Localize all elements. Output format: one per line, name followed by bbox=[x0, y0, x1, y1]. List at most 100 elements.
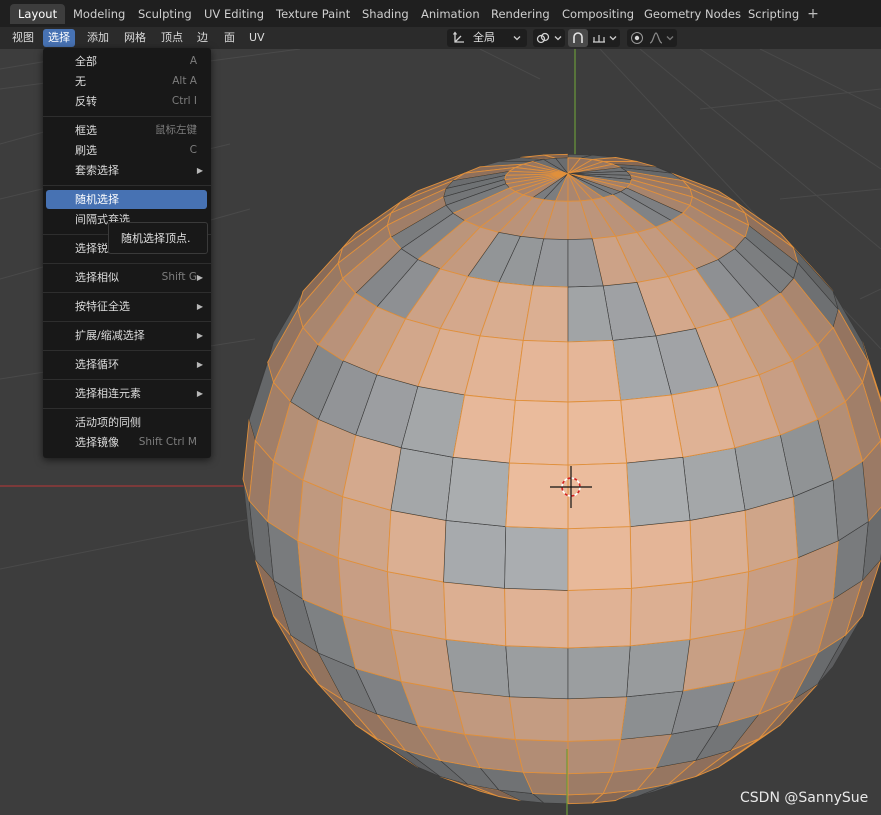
mesh-face-selected[interactable] bbox=[514, 339, 569, 403]
menu-item[interactable]: 选择相连元素 ▶ bbox=[46, 384, 207, 403]
menu-separator bbox=[43, 350, 211, 351]
pivot-point-dropdown[interactable] bbox=[533, 29, 565, 47]
chevron-down-icon bbox=[666, 36, 674, 41]
mesh-face[interactable] bbox=[443, 520, 507, 589]
mesh-face-selected[interactable] bbox=[504, 587, 569, 649]
mesh-face[interactable] bbox=[390, 447, 454, 521]
menu-item-shortcut: Shift Ctrl M bbox=[138, 436, 197, 448]
magnet-icon bbox=[573, 32, 583, 43]
tab-layout[interactable]: Layout bbox=[10, 4, 66, 24]
tab-animation[interactable]: Animation bbox=[413, 4, 488, 24]
menu-item-shortcut: A bbox=[189, 55, 197, 67]
menu-separator bbox=[43, 116, 211, 117]
mesh-face-selected[interactable] bbox=[629, 519, 693, 589]
mesh-face-selected[interactable] bbox=[567, 462, 631, 530]
workspace-tabs-bar: Layout Modeling Sculpting UV Editing Texture… bbox=[0, 0, 881, 27]
mesh-face-selected[interactable] bbox=[508, 696, 569, 742]
menu-item[interactable]: 随机选择 bbox=[46, 190, 207, 209]
menu-item[interactable]: 刷选 C bbox=[46, 141, 207, 160]
header-menu-mesh[interactable]: 网格 bbox=[119, 29, 151, 47]
mesh-face-selected[interactable] bbox=[629, 581, 693, 647]
mesh-face-selected[interactable] bbox=[689, 509, 750, 583]
grid-line bbox=[699, 88, 881, 110]
menu-item[interactable]: 选择循环 ▶ bbox=[46, 355, 207, 374]
submenu-arrow-icon: ▶ bbox=[196, 331, 203, 340]
menu-item[interactable]: 套索选择 ▶ bbox=[46, 161, 207, 180]
header-menu-vertex[interactable]: 顶点 bbox=[156, 29, 188, 47]
menu-item[interactable]: 无 Alt A bbox=[46, 72, 207, 91]
mesh-face[interactable] bbox=[567, 645, 631, 700]
mesh-face-selected[interactable] bbox=[386, 571, 447, 640]
header-menu-view[interactable]: 视图 bbox=[7, 29, 39, 47]
menu-item[interactable]: 全部 A bbox=[46, 52, 207, 71]
tooltip-text: 随机选择顶点. bbox=[121, 232, 191, 245]
mesh-face-selected[interactable] bbox=[443, 581, 507, 647]
menu-separator bbox=[43, 185, 211, 186]
header-menu-select[interactable]: 选择 bbox=[43, 29, 75, 47]
grid-line bbox=[859, 288, 881, 300]
tab-modeling[interactable]: Modeling bbox=[65, 4, 133, 24]
mesh-face-selected[interactable] bbox=[567, 526, 632, 591]
mesh-face-selected[interactable] bbox=[386, 509, 447, 583]
chevron-down-icon bbox=[609, 36, 617, 41]
menu-item-label: 选择相连元素 bbox=[75, 387, 141, 400]
tab-compositing[interactable]: Compositing bbox=[554, 4, 642, 24]
mesh-face[interactable] bbox=[445, 639, 510, 698]
menu-item-label: 反转 bbox=[75, 95, 97, 108]
proportional-editing-controls[interactable] bbox=[627, 29, 677, 47]
mesh-face-selected[interactable] bbox=[567, 587, 632, 649]
watermark: CSDN @SannySue bbox=[740, 790, 869, 806]
menu-separator bbox=[43, 292, 211, 293]
tab-texture-paint[interactable]: Texture Paint bbox=[268, 4, 358, 24]
menu-item[interactable]: 扩展/缩减选择 ▶ bbox=[46, 326, 207, 345]
menu-item-shortcut: 鼠标左键 bbox=[155, 124, 197, 136]
tooltip: 随机选择顶点. bbox=[108, 222, 208, 254]
grid-line bbox=[699, 49, 881, 170]
header-menu-edge[interactable]: 边 bbox=[192, 29, 213, 47]
menu-separator bbox=[43, 379, 211, 380]
header-menu-face[interactable]: 面 bbox=[219, 29, 240, 47]
tab-scripting[interactable]: Scripting bbox=[740, 4, 807, 24]
menu-item[interactable]: 活动项的同侧 bbox=[46, 413, 207, 432]
mesh-face[interactable] bbox=[682, 447, 746, 521]
mesh-face-selected[interactable] bbox=[508, 399, 569, 466]
mesh-face-selected[interactable] bbox=[567, 339, 622, 403]
link-icon bbox=[536, 32, 550, 44]
menu-item[interactable]: 选择相似 Shift G ▶ bbox=[46, 268, 207, 287]
mesh-face[interactable] bbox=[504, 526, 569, 591]
menu-item[interactable]: 选择镜像 Shift Ctrl M bbox=[46, 433, 207, 452]
mesh-face-selected[interactable] bbox=[452, 394, 516, 464]
tab-shading[interactable]: Shading bbox=[354, 4, 417, 24]
tab-uv-editing[interactable]: UV Editing bbox=[196, 4, 272, 24]
menu-item-label: 按特征全选 bbox=[75, 300, 130, 313]
menu-item[interactable]: 按特征全选 ▶ bbox=[46, 297, 207, 316]
snap-toggle[interactable] bbox=[568, 29, 588, 47]
menu-item[interactable]: 框选 鼠标左键 bbox=[46, 121, 207, 140]
mesh-face-selected[interactable] bbox=[505, 462, 569, 530]
mesh-face-selected[interactable] bbox=[514, 739, 569, 775]
mesh-face[interactable] bbox=[445, 456, 510, 527]
tab-sculpting[interactable]: Sculpting bbox=[130, 4, 200, 24]
menu-separator bbox=[43, 408, 211, 409]
mesh-face[interactable] bbox=[626, 456, 691, 527]
uv-sphere-mesh[interactable] bbox=[242, 153, 881, 805]
tab-geometry-nodes[interactable]: Geometry Nodes bbox=[636, 4, 749, 24]
snapping-controls[interactable] bbox=[568, 29, 620, 47]
mesh-face[interactable] bbox=[626, 639, 691, 698]
mesh-face-selected[interactable] bbox=[689, 571, 750, 640]
submenu-arrow-icon: ▶ bbox=[196, 166, 203, 175]
mesh-face[interactable] bbox=[505, 645, 569, 700]
mesh-face-selected[interactable] bbox=[567, 696, 628, 742]
header-menu-uv[interactable]: UV bbox=[244, 29, 270, 47]
menu-item[interactable]: 反转 Ctrl I bbox=[46, 92, 207, 111]
header-menu-add[interactable]: 添加 bbox=[82, 29, 114, 47]
menu-item-label: 套索选择 bbox=[75, 164, 119, 177]
transform-orientation-dropdown[interactable]: 全局 bbox=[447, 29, 527, 47]
menu-item-label: 刷选 bbox=[75, 144, 97, 157]
mesh-face-selected[interactable] bbox=[620, 394, 684, 464]
mesh-face-selected[interactable] bbox=[567, 739, 622, 775]
tab-rendering[interactable]: Rendering bbox=[483, 4, 558, 24]
menu-item-shortcut: Shift G bbox=[161, 271, 197, 283]
mesh-face-selected[interactable] bbox=[567, 399, 628, 466]
add-workspace-button[interactable]: + bbox=[805, 4, 821, 24]
